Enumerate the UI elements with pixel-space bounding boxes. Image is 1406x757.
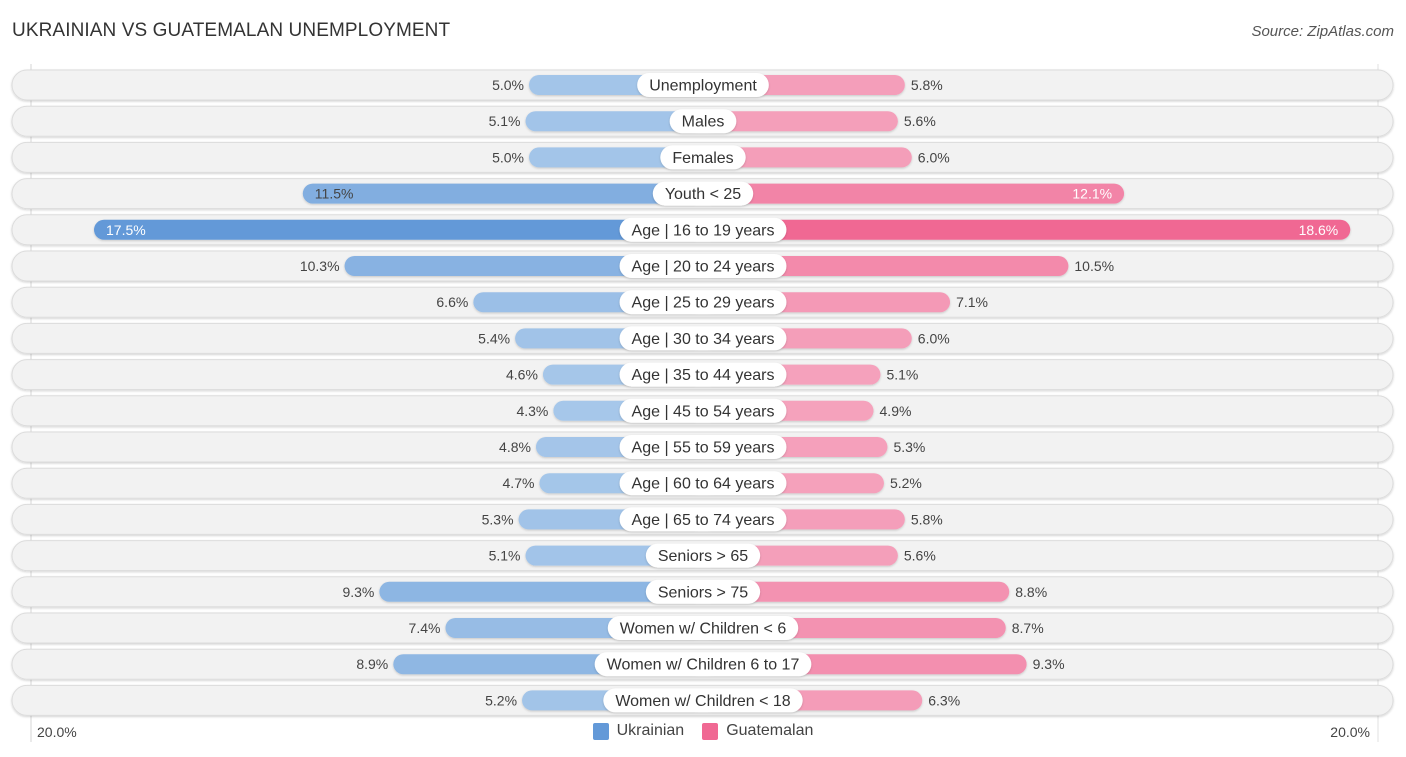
value-label-guatemalan: 5.1% (886, 367, 918, 383)
category-label: Women w/ Children 6 to 17 (607, 657, 800, 674)
category-label: Age | 25 to 29 years (632, 295, 775, 312)
category-label: Age | 35 to 44 years (632, 367, 775, 384)
value-label-ukrainian: 5.1% (489, 548, 521, 564)
value-label-ukrainian: 5.0% (492, 77, 524, 93)
value-label-guatemalan: 6.0% (918, 330, 950, 346)
row-7: 5.4% 6.0% Age | 30 to 34 years (11, 322, 1394, 354)
row-12: 5.3% 5.8% Age | 65 to 74 years (11, 503, 1394, 535)
value-label-guatemalan: 12.1% (1072, 186, 1112, 202)
bar-ukrainian (302, 183, 703, 204)
value-label-ukrainian: 4.3% (516, 403, 548, 419)
value-label-guatemalan: 5.3% (893, 439, 925, 455)
value-label-guatemalan: 5.8% (911, 511, 943, 527)
row-0: 5.0% 5.8% Unemployment (11, 69, 1394, 101)
value-label-ukrainian: 8.9% (356, 656, 388, 672)
category-label: Age | 30 to 34 years (632, 331, 775, 348)
category-label: Age | 45 to 54 years (632, 403, 775, 420)
row-16: 8.9% 9.3% Women w/ Children 6 to 17 (11, 648, 1394, 680)
category-label: Seniors > 75 (658, 584, 748, 601)
value-label-ukrainian: 5.4% (478, 330, 510, 346)
row-6: 6.6% 7.1% Age | 25 to 29 years (11, 286, 1394, 318)
row-14: 9.3% 8.8% Seniors > 75 (11, 576, 1394, 608)
row-9: 4.3% 4.9% Age | 45 to 54 years (11, 395, 1394, 427)
category-label: Women w/ Children < 6 (620, 621, 787, 638)
row-3: 11.5% 12.1% Youth < 25 (11, 178, 1394, 210)
value-label-guatemalan: 7.1% (956, 294, 988, 310)
category-label: Age | 65 to 74 years (632, 512, 775, 529)
row-13: 5.1% 5.6% Seniors > 65 (11, 540, 1394, 572)
value-label-ukrainian: 5.0% (492, 149, 524, 165)
value-label-ukrainian: 17.5% (106, 222, 146, 238)
value-label-guatemalan: 5.6% (904, 548, 936, 564)
legend-item-guatemalan[interactable]: Guatemalan (702, 722, 813, 740)
value-label-ukrainian: 5.1% (489, 113, 521, 129)
value-label-ukrainian: 7.4% (409, 620, 441, 636)
legend-label-ukrainian: Ukrainian (616, 722, 685, 739)
row-15: 7.4% 8.7% Women w/ Children < 6 (11, 612, 1394, 644)
value-label-ukrainian: 4.7% (503, 475, 535, 491)
legend-label-guatemalan: Guatemalan (726, 722, 814, 739)
bar-ukrainian (94, 219, 703, 240)
row-10: 4.8% 5.3% Age | 55 to 59 years (11, 431, 1394, 463)
row-17: 5.2% 6.3% Women w/ Children < 18 (11, 684, 1394, 716)
value-label-guatemalan: 10.5% (1074, 258, 1114, 274)
chart-canvas: 5.0% 5.8% Unemployment 5.1% 5.6% Males 5.0% 6.0… (11, 64, 1394, 742)
value-label-ukrainian: 5.3% (482, 511, 514, 527)
value-label-ukrainian: 11.5% (315, 186, 354, 202)
value-label-guatemalan: 5.8% (911, 77, 943, 93)
category-label: Seniors > 65 (658, 548, 748, 565)
category-label: Age | 60 to 64 years (632, 476, 775, 493)
row-8: 4.6% 5.1% Age | 35 to 44 years (11, 359, 1394, 391)
value-label-guatemalan: 4.9% (880, 403, 912, 419)
value-label-ukrainian: 6.6% (436, 294, 468, 310)
category-label: Unemployment (649, 78, 757, 95)
legend: Ukrainian Guatemalan (0, 722, 1406, 740)
row-2: 5.0% 6.0% Females (11, 141, 1394, 173)
value-label-guatemalan: 9.3% (1033, 656, 1065, 672)
value-label-guatemalan: 5.6% (904, 113, 936, 129)
bar-guatemalan (703, 183, 1125, 204)
value-label-ukrainian: 4.6% (506, 367, 538, 383)
legend-item-ukrainian[interactable]: Ukrainian (592, 722, 685, 740)
row-1: 5.1% 5.6% Males (11, 105, 1394, 137)
value-label-ukrainian: 10.3% (300, 258, 340, 274)
bar-guatemalan (703, 219, 1351, 240)
category-label: Females (672, 150, 733, 167)
category-label: Age | 20 to 24 years (632, 259, 775, 276)
value-label-guatemalan: 5.2% (890, 475, 922, 491)
row-5: 10.3% 10.5% Age | 20 to 24 years (11, 250, 1394, 282)
value-label-ukrainian: 5.2% (485, 692, 517, 708)
category-label: Age | 55 to 59 years (632, 440, 775, 457)
category-label: Youth < 25 (665, 186, 741, 203)
legend-swatch-guatemalan (702, 722, 719, 740)
value-label-ukrainian: 4.8% (499, 439, 531, 455)
legend-swatch-ukrainian (592, 722, 609, 740)
value-label-ukrainian: 9.3% (342, 584, 374, 600)
category-label: Age | 16 to 19 years (632, 222, 775, 239)
value-label-guatemalan: 8.8% (1015, 584, 1047, 600)
value-label-guatemalan: 18.6% (1299, 222, 1339, 238)
category-label: Women w/ Children < 18 (615, 693, 790, 710)
row-11: 4.7% 5.2% Age | 60 to 64 years (11, 467, 1394, 499)
category-label: Males (682, 114, 725, 131)
value-label-guatemalan: 6.0% (918, 149, 950, 165)
row-4: 17.5% 18.6% Age | 16 to 19 years (11, 214, 1394, 246)
value-label-guatemalan: 6.3% (928, 692, 960, 708)
value-label-guatemalan: 8.7% (1012, 620, 1044, 636)
